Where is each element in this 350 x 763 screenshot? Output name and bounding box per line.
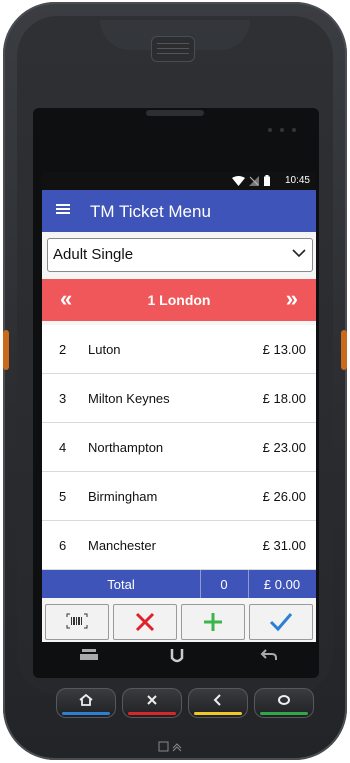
check-icon	[250, 611, 312, 638]
cancel-button[interactable]	[113, 604, 177, 640]
sensor	[280, 128, 284, 132]
chevron-left-icon	[188, 694, 248, 709]
destination-name: Manchester	[88, 538, 156, 553]
cross-icon	[114, 611, 176, 638]
total-amount: £ 0.00	[263, 577, 301, 592]
station-navigator: « 1 London »	[42, 279, 316, 321]
ticket-type-select[interactable]: Adult Single	[47, 238, 313, 272]
destination-name: Luton	[88, 342, 121, 357]
app-screen: 10:45 TM Ticket Menu Adult Single « 1 Lo…	[42, 172, 316, 642]
destination-row[interactable]: 6 Manchester £ 31.00	[42, 521, 316, 570]
next-station-button[interactable]: »	[286, 286, 298, 312]
back-key[interactable]	[188, 688, 248, 718]
total-bar: Total 0 £ 0.00	[42, 570, 316, 598]
destination-price: £ 13.00	[262, 342, 306, 357]
status-bar: 10:45	[42, 172, 316, 190]
destination-name: Northampton	[88, 440, 164, 455]
sensor	[292, 128, 296, 132]
chevron-down-icon	[292, 245, 306, 262]
cancel-key[interactable]	[122, 688, 182, 718]
destination-list: 2 Luton £ 13.00 3 Milton Keynes £ 18.00 …	[42, 325, 316, 570]
top-speaker	[151, 36, 195, 62]
current-station: 1 London	[147, 292, 211, 308]
destination-row[interactable]: 3 Milton Keynes £ 18.00	[42, 374, 316, 423]
sensor	[268, 128, 272, 132]
barcode-icon	[46, 613, 108, 634]
destination-name: Birmingham	[88, 489, 158, 504]
ok-key[interactable]	[254, 688, 314, 718]
destination-number: 5	[59, 489, 67, 504]
device-bottom-logo	[154, 740, 194, 758]
recent-apps-icon[interactable]	[80, 648, 98, 666]
ticket-type-value: Adult Single	[53, 246, 134, 263]
left-side-button[interactable]	[3, 330, 9, 370]
app-bar: TM Ticket Menu	[42, 190, 316, 232]
destination-row[interactable]: 2 Luton £ 13.00	[42, 325, 316, 374]
wifi-icon	[232, 176, 245, 186]
add-button[interactable]	[181, 604, 245, 640]
circle-icon	[254, 694, 314, 709]
destination-price: £ 31.00	[262, 538, 306, 553]
back-icon[interactable]	[260, 648, 278, 666]
destination-number: 3	[59, 391, 67, 406]
hardware-keys	[40, 688, 316, 718]
clock: 10:45	[284, 175, 310, 186]
earpiece	[146, 110, 204, 116]
battery-icon	[264, 175, 270, 186]
plus-icon	[182, 611, 244, 638]
android-nav-bar	[40, 645, 316, 671]
total-label: Total	[107, 577, 135, 592]
destination-number: 4	[59, 440, 67, 455]
cross-key-icon	[122, 694, 182, 709]
destination-price: £ 18.00	[262, 391, 306, 406]
destination-price: £ 23.00	[262, 440, 306, 455]
destination-number: 6	[59, 538, 67, 553]
destination-price: £ 26.00	[262, 489, 306, 504]
app-title: TM Ticket Menu	[90, 202, 211, 221]
barcode-button[interactable]	[45, 604, 109, 640]
home-logo-icon[interactable]	[170, 648, 184, 668]
action-buttons	[42, 602, 316, 642]
destination-name: Milton Keynes	[88, 391, 170, 406]
home-key[interactable]	[56, 688, 116, 718]
home-icon	[56, 693, 116, 709]
right-side-button[interactable]	[341, 330, 347, 370]
destination-number: 2	[59, 342, 67, 357]
no-signal-icon	[249, 176, 259, 186]
menu-icon[interactable]	[56, 202, 70, 220]
destination-row[interactable]: 4 Northampton £ 23.00	[42, 423, 316, 472]
confirm-button[interactable]	[249, 604, 313, 640]
destination-row[interactable]: 5 Birmingham £ 26.00	[42, 472, 316, 521]
total-count: 0	[220, 577, 228, 592]
